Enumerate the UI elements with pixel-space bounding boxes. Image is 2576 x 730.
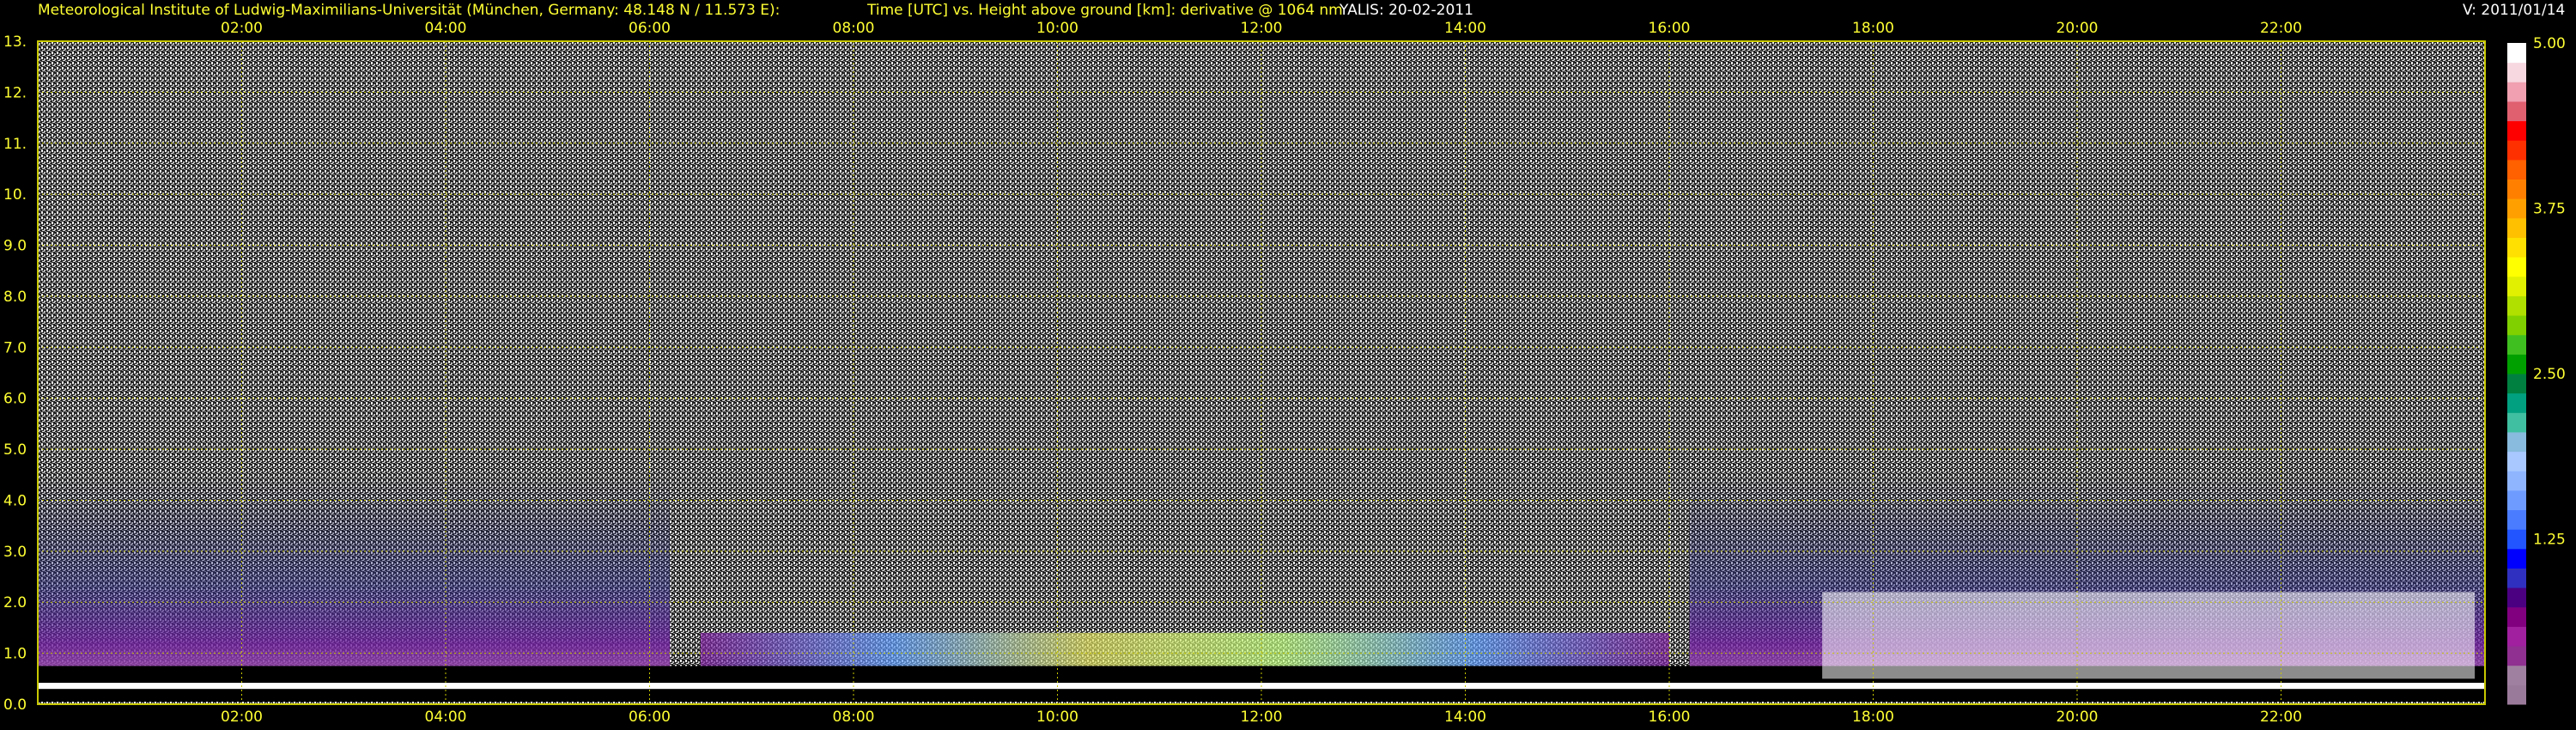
y-tick-label: 12. xyxy=(3,84,27,101)
x-tick-label-top: 14:00 xyxy=(1444,20,1486,37)
colorbar: 5.00 3.75 2.50 1.25 xyxy=(2507,35,2566,705)
colorbar-swatch xyxy=(2507,198,2526,219)
colorbar-label: 3.75 xyxy=(2533,201,2566,218)
colorbar-swatch xyxy=(2507,606,2526,627)
x-axis-top: 02:00 04:00 06:00 08:00 10:00 12:00 14:00 16:00… xyxy=(221,20,2302,37)
x-tick-label-bottom: 20:00 xyxy=(2057,709,2099,726)
y-tick-label: 3.0 xyxy=(3,544,27,561)
colorbar-swatch xyxy=(2507,354,2526,374)
colorbar-swatch xyxy=(2507,43,2526,64)
y-tick-label: 11. xyxy=(3,136,27,153)
colorbar-swatch xyxy=(2507,665,2526,685)
colorbar-label: 2.50 xyxy=(2533,366,2566,383)
x-tick-label-bottom: 04:00 xyxy=(425,709,467,726)
y-tick-label: 1.0 xyxy=(3,646,27,663)
colorbar-swatch xyxy=(2507,179,2526,199)
colorbar-swatch xyxy=(2507,334,2526,355)
colorbar-swatch xyxy=(2507,257,2526,277)
colorbar-swatch xyxy=(2507,431,2526,453)
aerosol-layer-night-left xyxy=(38,474,671,674)
evening-cloud-region xyxy=(1822,592,2476,679)
colorbar-swatch xyxy=(2507,295,2526,316)
colorbar-swatch xyxy=(2507,120,2526,141)
colorbar-swatch xyxy=(2507,471,2526,491)
x-tick-label-top: 06:00 xyxy=(629,20,671,37)
y-tick-label: 10. xyxy=(3,186,27,204)
y-tick-label: 13. xyxy=(3,33,27,51)
x-tick-label-top: 04:00 xyxy=(425,20,467,37)
x-tick-label-bottom: 08:00 xyxy=(833,709,875,726)
colorbar-swatch xyxy=(2507,646,2526,666)
x-tick-label-top: 18:00 xyxy=(1852,20,1894,37)
y-tick-label: 0.0 xyxy=(3,697,27,714)
colorbar-swatch xyxy=(2507,412,2526,433)
colorbar-swatch xyxy=(2507,100,2526,122)
x-tick-label-bottom: 02:00 xyxy=(221,709,263,726)
x-tick-label-top: 12:00 xyxy=(1241,20,1283,37)
x-tick-label-bottom: 06:00 xyxy=(629,709,671,726)
x-tick-label-top: 08:00 xyxy=(833,20,875,37)
y-tick-label: 5.0 xyxy=(3,441,27,459)
y-tick-label: 4.0 xyxy=(3,492,27,509)
colorbar-swatch xyxy=(2507,276,2526,296)
x-tick-label-bottom: 10:00 xyxy=(1036,709,1078,726)
y-axis: 0.0 1.0 2.0 3.0 4.0 5.0 6.0 7.0 8.0 9.0 10. 11. 12. 1… xyxy=(3,33,27,714)
colorbar-swatch xyxy=(2507,217,2526,238)
colorbar-swatch xyxy=(2507,62,2526,82)
y-tick-label: 6.0 xyxy=(3,391,27,408)
x-tick-label-top: 22:00 xyxy=(2260,20,2302,37)
colorbar-label: 5.00 xyxy=(2533,35,2566,52)
colorbar-swatch xyxy=(2507,392,2526,413)
x-tick-label-top: 02:00 xyxy=(221,20,263,37)
colorbar-swatch xyxy=(2507,568,2526,588)
colorbar-swatch xyxy=(2507,451,2526,471)
x-tick-label-bottom: 14:00 xyxy=(1444,709,1486,726)
boundary-layer-top xyxy=(700,632,1669,666)
colorbar-swatch xyxy=(2507,237,2526,258)
x-tick-label-bottom: 22:00 xyxy=(2260,709,2302,726)
colorbar-swatch xyxy=(2507,82,2526,102)
y-tick-label: 8.0 xyxy=(3,289,27,306)
colorbar-swatch xyxy=(2507,490,2526,511)
x-tick-label-top: 16:00 xyxy=(1649,20,1691,37)
x-tick-label-top: 20:00 xyxy=(2057,20,2099,37)
colorbar-swatch xyxy=(2507,529,2526,550)
y-tick-label: 7.0 xyxy=(3,339,27,356)
colorbar-swatch xyxy=(2507,374,2526,394)
colorbar-swatch xyxy=(2507,140,2526,161)
colorbar-label: 1.25 xyxy=(2533,532,2566,549)
y-tick-label: 2.0 xyxy=(3,594,27,611)
y-tick-label: 9.0 xyxy=(3,238,27,255)
lidar-chart: 02:00 04:00 06:00 08:00 10:00 12:00 14:00 16:00… xyxy=(3,20,2566,726)
colorbar-swatch xyxy=(2507,684,2526,705)
colorbar-swatch xyxy=(2507,548,2526,569)
colorbar-swatch xyxy=(2507,509,2526,530)
colorbar-swatch xyxy=(2507,315,2526,336)
colorbar-swatch xyxy=(2507,159,2526,180)
colorbar-swatch xyxy=(2507,587,2526,608)
colorbar-swatch xyxy=(2507,626,2526,647)
x-tick-label-bottom: 16:00 xyxy=(1649,709,1691,726)
x-axis-bottom: 02:00 04:00 06:00 08:00 10:00 12:00 14:00 16:00… xyxy=(221,709,2302,726)
x-tick-label-bottom: 18:00 xyxy=(1852,709,1894,726)
x-tick-label-bottom: 12:00 xyxy=(1241,709,1283,726)
x-tick-label-top: 10:00 xyxy=(1036,20,1078,37)
